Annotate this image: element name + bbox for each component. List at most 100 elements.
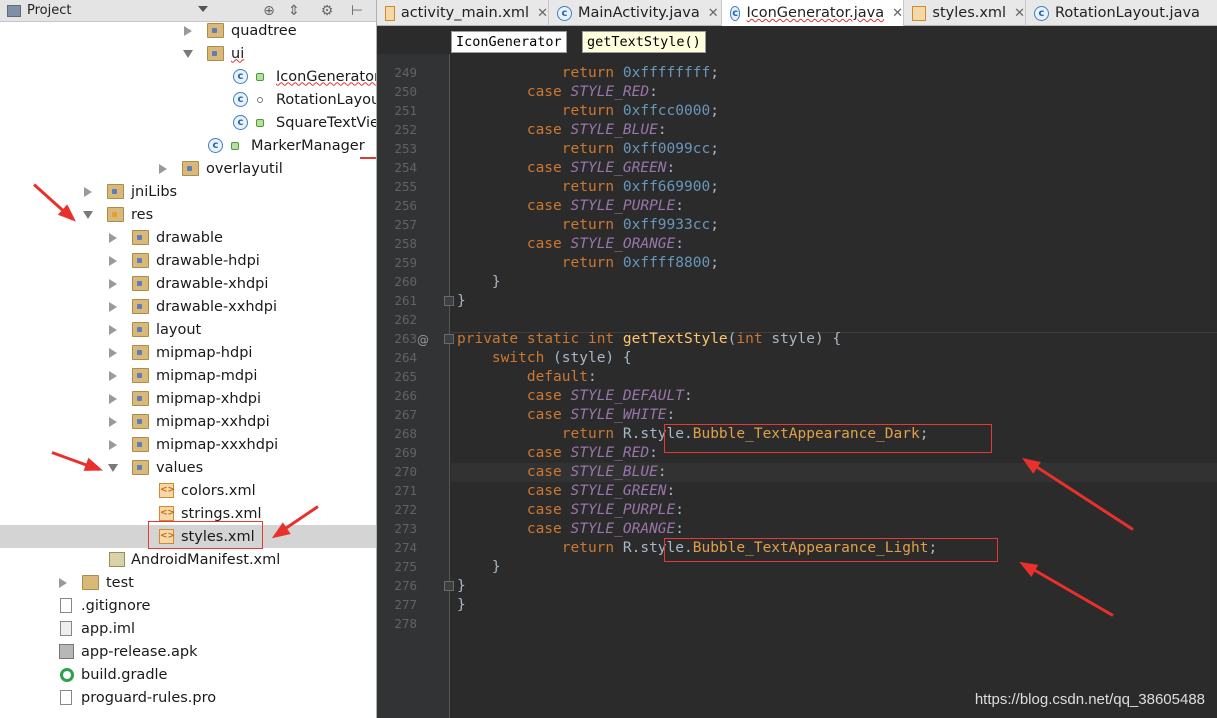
expand-arrow-icon[interactable] (109, 439, 117, 450)
expand-arrow-icon[interactable] (109, 370, 117, 381)
package-access-icon (257, 96, 263, 103)
tree-item-proguard-rules[interactable]: proguard-rules.pro (0, 686, 376, 709)
close-icon[interactable]: ✕ (537, 6, 548, 21)
tree-item-drawable-xhdpi[interactable]: drawable-xhdpi (0, 272, 376, 295)
expand-arrow-icon[interactable] (109, 255, 117, 266)
tree-item-drawable-hdpi[interactable]: drawable-hdpi (0, 249, 376, 272)
code-line[interactable]: case STYLE_GREEN: (457, 159, 675, 178)
expand-arrow-icon[interactable] (59, 577, 67, 588)
expand-arrow-icon[interactable] (109, 324, 117, 335)
tree-item-drawable[interactable]: drawable (0, 226, 376, 249)
tree-item-build-gradle[interactable]: build.gradle (0, 663, 376, 686)
code-line[interactable]: case STYLE_BLUE: (457, 121, 667, 140)
code-line[interactable]: case STYLE_WHITE: (457, 406, 675, 425)
tree-item-mipmap-xhdpi[interactable]: mipmap-xhdpi (0, 387, 376, 410)
tree-item-mipmap-mdpi[interactable]: mipmap-mdpi (0, 364, 376, 387)
gear-icon[interactable]: ⚙ (318, 2, 336, 20)
expand-arrow-icon[interactable] (109, 416, 117, 427)
close-icon[interactable]: ✕ (892, 6, 903, 21)
collapse-arrow-icon[interactable] (183, 49, 193, 58)
folder-icon (132, 460, 149, 475)
tree-item-label: proguard-rules.pro (81, 689, 217, 706)
code-line[interactable]: return 0xff0099cc; (457, 140, 719, 159)
code-line[interactable]: case STYLE_ORANGE: (457, 235, 684, 254)
tree-item-quadtree[interactable]: quadtree (0, 19, 376, 42)
code-line[interactable]: case STYLE_RED: (457, 83, 658, 102)
code-line[interactable]: case STYLE_DEFAULT: (457, 387, 693, 406)
tab-activity-main-xml[interactable]: activity_main.xml ✕ (377, 0, 549, 26)
tab-mainactivity-java[interactable]: c MainActivity.java ✕ (549, 0, 722, 26)
expand-arrow-icon[interactable] (109, 393, 117, 404)
tree-item-drawable-xxhdpi[interactable]: drawable-xxhdpi (0, 295, 376, 318)
code-line[interactable]: return 0xff9933cc; (457, 216, 719, 235)
code-line[interactable]: } (457, 292, 466, 311)
tree-item-app-iml[interactable]: app.iml (0, 617, 376, 640)
tree-item-rotationlayout[interactable]: c RotationLayout (0, 88, 376, 111)
tree-item-androidmanifest[interactable]: AndroidManifest.xml (0, 548, 376, 571)
code-line[interactable]: return 0xff669900; (457, 178, 719, 197)
override-marker-icon[interactable]: @ (417, 333, 429, 347)
tab-styles-xml[interactable]: styles.xml ✕ (904, 0, 1026, 26)
tree-item-values[interactable]: values (0, 456, 376, 479)
line-number: 266 (394, 388, 417, 403)
tree-item-ui[interactable]: ui (0, 42, 376, 65)
code-line[interactable]: } (457, 273, 501, 292)
code-line[interactable]: return 0xffcc0000; (457, 102, 719, 121)
fold-icon[interactable] (444, 334, 454, 344)
fold-icon[interactable] (444, 581, 454, 591)
expand-arrow-icon[interactable] (84, 186, 92, 197)
tree-item-mipmap-xxhdpi[interactable]: mipmap-xxhdpi (0, 410, 376, 433)
fold-icon[interactable] (444, 296, 454, 306)
target-icon[interactable]: ⊕ (260, 2, 278, 20)
collapse-arrow-icon[interactable] (83, 210, 93, 219)
code-line[interactable]: case STYLE_ORANGE: (457, 520, 684, 539)
expand-arrow-icon[interactable] (109, 347, 117, 358)
tree-item-markermanager[interactable]: c MarkerManager (0, 134, 376, 157)
code-line[interactable]: } (457, 596, 466, 615)
tree-item-app-release-apk[interactable]: app-release.apk (0, 640, 376, 663)
collapse-arrow-icon[interactable] (108, 463, 118, 472)
code-line[interactable]: case STYLE_BLUE: (457, 463, 667, 482)
expand-arrow-icon[interactable] (109, 278, 117, 289)
chevron-down-icon[interactable] (198, 6, 208, 12)
tree-item-squaretextview[interactable]: c SquareTextView (0, 111, 376, 134)
tree-item-gitignore[interactable]: .gitignore (0, 594, 376, 617)
close-icon[interactable]: ✕ (1014, 6, 1025, 21)
code-line[interactable]: private static int getTextStyle(int styl… (457, 330, 841, 349)
code-line[interactable]: case STYLE_GREEN: (457, 482, 675, 501)
code-line[interactable]: case STYLE_PURPLE: (457, 197, 684, 216)
line-number: 252 (394, 122, 417, 137)
tree-item-overlayutil[interactable]: overlayutil (0, 157, 376, 180)
tree-item-test[interactable]: test (0, 571, 376, 594)
code-line[interactable]: switch (style) { (457, 349, 632, 368)
tab-rotationlayout-java[interactable]: c RotationLayout.java (1026, 0, 1217, 26)
line-number: 256 (394, 198, 417, 213)
tree-item-label: layout (156, 321, 202, 338)
code-line[interactable]: return 0xffff8800; (457, 254, 719, 273)
breadcrumb-method[interactable]: getTextStyle() (582, 31, 706, 53)
tab-icongenerator-java[interactable]: c IconGenerator.java ✕ (722, 0, 904, 26)
expand-arrow-icon[interactable] (109, 301, 117, 312)
close-icon[interactable]: ✕ (708, 6, 719, 21)
code-line[interactable]: case STYLE_PURPLE: (457, 501, 684, 520)
line-number: 254 (394, 160, 417, 175)
code-line[interactable]: case STYLE_RED: (457, 444, 658, 463)
tab-label: activity_main.xml (400, 5, 530, 21)
tree-item-jnilibs[interactable]: jniLibs (0, 180, 376, 203)
tree-item-mipmap-hdpi[interactable]: mipmap-hdpi (0, 341, 376, 364)
code-line[interactable]: default: (457, 368, 597, 387)
expand-arrow-icon[interactable] (184, 25, 192, 36)
code-line[interactable]: } (457, 558, 501, 577)
collapse-icon[interactable]: ⇕ (285, 2, 303, 20)
expand-arrow-icon[interactable] (159, 163, 167, 174)
code-line[interactable]: return 0xffffffff; (457, 64, 719, 83)
code-line[interactable]: } (457, 577, 466, 596)
hide-icon[interactable]: ⊢ (348, 2, 366, 20)
tree-item-layout[interactable]: layout (0, 318, 376, 341)
code-editor[interactable]: 249 250 251 252 253 254 255 256 257 258 259 260 261 2… (377, 54, 1217, 718)
tree-item-colors-xml[interactable]: <> colors.xml (0, 479, 376, 502)
breadcrumb-class[interactable]: IconGenerator (451, 31, 567, 53)
expand-arrow-icon[interactable] (109, 232, 117, 243)
editor-tab-bar: activity_main.xml ✕ c MainActivity.java … (377, 0, 1217, 26)
tree-item-icongenerator[interactable]: c IconGenerator (0, 65, 376, 88)
